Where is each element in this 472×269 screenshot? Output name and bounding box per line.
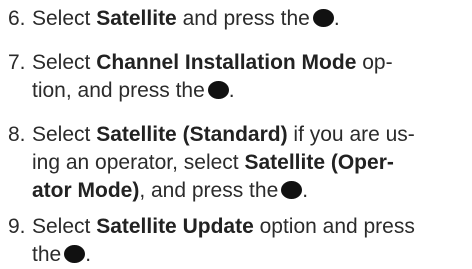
step-number: 8.	[8, 123, 26, 146]
step-text: Select	[32, 51, 97, 74]
step-line: Select Channel Installation Mode op-	[32, 49, 393, 77]
step-line: the.	[32, 243, 92, 266]
step-text: Select	[32, 123, 97, 146]
step-emphasis: Satellite Update	[96, 215, 254, 238]
ok-button-icon	[281, 181, 303, 199]
step-text: , and press the	[139, 179, 279, 202]
step-emphasis: Satellite (Oper-	[244, 151, 394, 174]
step-line: ator Mode), and press the.	[32, 179, 309, 202]
step-text: Select	[32, 215, 97, 238]
step-emphasis: Channel Installation Mode	[96, 51, 357, 74]
step-number: 6.	[8, 7, 26, 30]
step-text: tion, and press the	[32, 79, 205, 102]
step-line: tion, and press the.	[32, 79, 235, 102]
ok-button-icon	[64, 245, 86, 263]
step-line: ing an operator, select Satellite (Oper-	[32, 149, 394, 177]
step-emphasis: Satellite (Standard)	[96, 123, 288, 146]
step-line: Select Satellite and press the.	[32, 7, 340, 30]
step-text: the	[32, 243, 62, 266]
step-text: Select	[32, 7, 97, 30]
step-text: option and press	[253, 215, 415, 238]
ok-button-icon	[207, 81, 229, 99]
step-line: Select Satellite (Standard) if you are u…	[32, 121, 415, 149]
step-number: 9.	[8, 215, 26, 238]
step-line: Select Satellite Update option and press	[32, 213, 415, 241]
step-text: ing an operator, select	[32, 151, 245, 174]
step-text: op-	[356, 51, 393, 74]
step-number: 7.	[8, 51, 26, 74]
instruction-list: 6. Select Satellite and press the. 7. Se…	[0, 0, 472, 268]
step-emphasis: Satellite	[96, 7, 177, 30]
step-text: if you are us-	[287, 123, 415, 146]
ok-button-icon	[312, 9, 334, 27]
step-text: and press the	[176, 7, 310, 30]
step-emphasis: ator Mode)	[32, 179, 140, 202]
